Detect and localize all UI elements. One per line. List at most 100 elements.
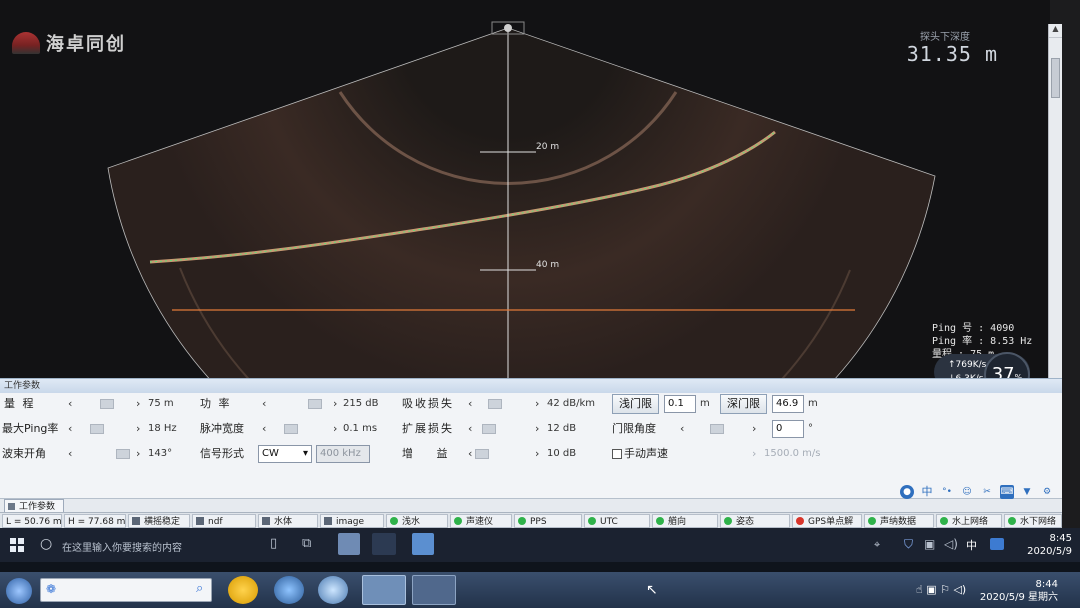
pulse-dec-icon[interactable]: ‹ <box>262 418 266 440</box>
beam-slider[interactable] <box>116 449 130 459</box>
user-icon[interactable]: ● <box>900 485 914 499</box>
search-box[interactable] <box>40 578 212 602</box>
task-view-icon[interactable]: ⧉ <box>302 536 311 551</box>
range-dec-icon[interactable]: ‹ <box>68 393 72 415</box>
status-item: 水上网络 <box>936 514 1002 528</box>
person-icon[interactable]: ⌖ <box>874 538 880 552</box>
sonar-app-icon[interactable] <box>372 533 396 555</box>
network-icon[interactable]: ▣ <box>924 537 935 551</box>
gate-angle-input[interactable]: 0 <box>772 420 804 438</box>
ping-rate-inc-icon[interactable]: › <box>136 418 140 440</box>
ime-chinese-icon[interactable]: 中 <box>920 485 934 499</box>
shirt-icon[interactable]: ▼ <box>1020 485 1034 499</box>
tab-work-params[interactable]: 工作参数 <box>4 499 65 513</box>
scroll-up-icon[interactable]: ▲ <box>1049 24 1062 38</box>
status-item: 声纳数据 <box>864 514 934 528</box>
absorb-value: 42 dB/km <box>547 398 596 409</box>
screen: 海卓同创 20 m 40 m 探头下深度 31.35 m Ping 号 : 40… <box>0 0 1080 608</box>
windows-start-icon[interactable] <box>10 538 24 552</box>
app-icon[interactable] <box>338 533 360 555</box>
notification-icon[interactable] <box>990 538 1004 550</box>
spread-dec-icon[interactable]: ‹ <box>468 418 472 440</box>
absorb-slider[interactable] <box>488 399 502 409</box>
signal-select[interactable]: CW ▾ <box>258 445 312 463</box>
mouse-cursor-icon: ↖ <box>646 582 658 598</box>
active-app-icon[interactable] <box>362 575 406 605</box>
status-label: 艏向 <box>668 517 687 527</box>
param-row-3: 波束开角 ‹ › 143° 信号形式 CW ▾ 400 kHz 增 益 ‹ › 1… <box>0 443 1062 465</box>
absorb-inc-icon[interactable]: › <box>535 393 539 415</box>
gate-angle-label: 门限角度 <box>612 422 656 435</box>
smile-icon[interactable]: ☺ <box>960 485 974 499</box>
status-item: image <box>320 514 384 528</box>
status-box-icon <box>196 517 204 525</box>
absorb-dec-icon[interactable]: ‹ <box>468 393 472 415</box>
shallow-gate-input[interactable]: 0.1 <box>664 395 696 413</box>
app-icon[interactable] <box>274 576 304 604</box>
gain-dec-icon[interactable]: ‹ <box>468 443 472 465</box>
beam-value: 143° <box>148 448 173 459</box>
vertical-scrollbar[interactable]: ▲ <box>1048 24 1062 378</box>
outer-clock-time: 8:44 <box>1035 579 1058 590</box>
status-label: 水体 <box>274 517 293 527</box>
ping-rate-dec-icon[interactable]: ‹ <box>68 418 72 440</box>
beam-dec-icon[interactable]: ‹ <box>68 443 72 465</box>
gain-slider[interactable] <box>475 449 489 459</box>
signal-select-value: CW <box>262 448 279 459</box>
gear-icon[interactable]: ⚙ <box>1040 485 1054 499</box>
mic-icon[interactable]: ✂ <box>980 485 994 499</box>
deep-gate-input[interactable]: 46.9 <box>772 395 804 413</box>
status-H: H = 77.68 m <box>64 514 126 528</box>
range-inc-icon[interactable]: › <box>136 393 140 415</box>
gate-angle-inc-icon[interactable]: › <box>752 418 756 440</box>
spread-inc-icon[interactable]: › <box>535 418 539 440</box>
deep-gate-button[interactable]: 深门限 <box>720 394 767 414</box>
sonar-display[interactable]: 海卓同创 20 m 40 m 探头下深度 31.35 m Ping 号 : 40… <box>0 0 1050 378</box>
scroll-thumb[interactable] <box>1051 58 1060 98</box>
gate-angle-dec-icon[interactable]: ‹ <box>680 418 684 440</box>
outer-clock[interactable]: 8:44 2020/5/9 星期六 <box>958 578 1058 604</box>
manual-sound-checkbox[interactable] <box>612 449 622 459</box>
status-label: 声纳数据 <box>880 517 917 527</box>
search-icon[interactable]: ⌕ <box>196 581 203 596</box>
mic-icon[interactable]: ▯ <box>270 536 277 551</box>
app-icon[interactable] <box>318 576 348 604</box>
tab-bar: 工作参数 ● 中 °• ☺ ✂ ⌨ ▼ ⚙ <box>0 485 1062 513</box>
start-orb-icon[interactable] <box>6 578 32 604</box>
status-green-dot-icon <box>656 517 664 525</box>
ping-rate-slider[interactable] <box>90 424 104 434</box>
ping-rate-value: 18 Hz <box>148 423 177 434</box>
power-dec-icon[interactable]: ‹ <box>262 393 266 415</box>
status-item: 水下网络 <box>1004 514 1062 528</box>
ie-icon[interactable] <box>228 576 258 604</box>
shallow-gate-button[interactable]: 浅门限 <box>612 394 659 414</box>
app-icon[interactable] <box>412 575 456 605</box>
outer-clock-date: 2020/5/9 星期六 <box>979 592 1058 603</box>
beam-inc-icon[interactable]: › <box>136 443 140 465</box>
status-item: UTC <box>584 514 650 528</box>
search-circle-icon[interactable]: ○ <box>40 536 52 552</box>
keyboard-icon[interactable]: ⌨ <box>1000 485 1014 499</box>
power-slider[interactable] <box>308 399 322 409</box>
pulse-slider[interactable] <box>284 424 298 434</box>
shield-icon[interactable]: ⛉ <box>904 537 913 552</box>
status-box-icon <box>132 517 140 525</box>
power-inc-icon[interactable]: › <box>333 393 337 415</box>
taskbar-search-input[interactable]: 在这里输入你要搜索的内容 <box>62 539 182 554</box>
gate-angle-slider[interactable] <box>710 424 724 434</box>
dots-icon[interactable]: °• <box>940 485 954 499</box>
status-L: L = 50.76 m <box>2 514 62 528</box>
pulse-value: 0.1 ms <box>343 423 378 434</box>
spread-slider[interactable] <box>482 424 496 434</box>
pulse-inc-icon[interactable]: › <box>333 418 337 440</box>
range-param-label: 量 程 <box>4 397 36 410</box>
gain-inc-icon[interactable]: › <box>535 443 539 465</box>
depth-label: 探头下深度 <box>920 32 970 43</box>
image-app-icon[interactable] <box>412 533 434 555</box>
sound-inc-icon: › <box>752 447 757 460</box>
volume-icon[interactable]: ◁) <box>944 537 958 551</box>
range-slider[interactable] <box>100 399 114 409</box>
ping-no-label: Ping 号 <box>932 323 973 334</box>
taskbar-clock[interactable]: 8:45 2020/5/9 <box>1012 532 1072 558</box>
ime-indicator[interactable]: 中 <box>966 537 977 553</box>
